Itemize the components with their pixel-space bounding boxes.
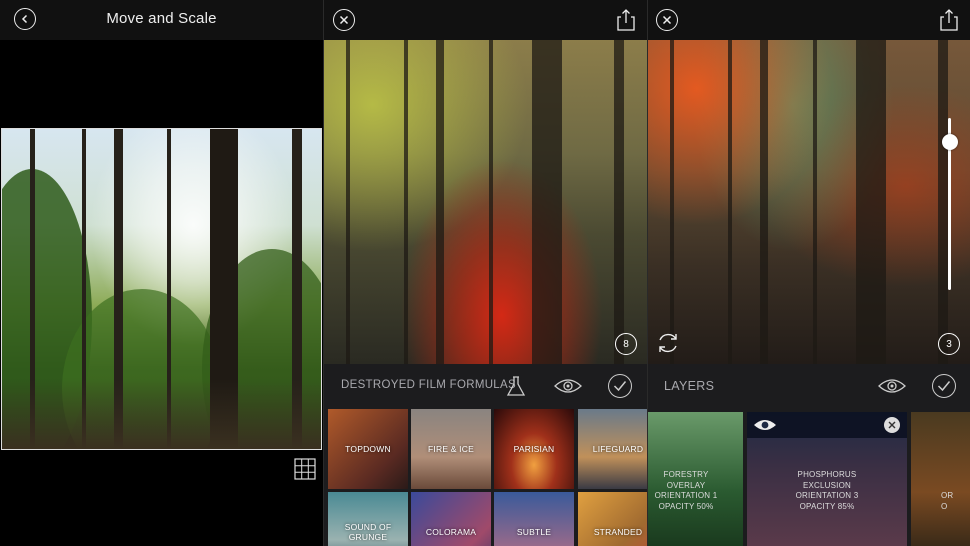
layers-title: LAYERS — [664, 379, 715, 393]
filter-thumb-label: FIRE & ICE — [428, 444, 474, 454]
filter-thumb-stranded[interactable]: STRANDED — [578, 492, 647, 546]
layers-toolbar: LAYERS — [648, 364, 970, 408]
filter-thumb-label: SOUND OF GRUNGE — [344, 522, 392, 542]
layer-count-badge: 3 — [938, 333, 960, 355]
filter-thumb-fire-ice[interactable]: FIRE & ICE — [411, 409, 491, 489]
panel2-top-bar — [324, 0, 647, 40]
filter-panel: 8 DESTROYED FILM FORMULAS TOPDOWN FIRE &… — [324, 0, 647, 546]
layers-panel: 3 LAYERS FORESTRY OVERLAY ORIENTATION 1 … — [648, 0, 970, 546]
layer-card-third[interactable]: OR O — [911, 412, 970, 546]
filter-thumb-lifeguard[interactable]: LIFEGUARD — [578, 409, 647, 489]
share-icon[interactable] — [616, 8, 636, 32]
close-icon[interactable] — [333, 9, 355, 31]
filter-thumb-label: COLORAMA — [425, 527, 477, 537]
filter-thumb-parisian[interactable]: PARISIAN — [494, 409, 574, 489]
filter-thumb-label: SUBTLE — [516, 527, 552, 537]
move-and-scale-panel: Move and Scale — [0, 0, 323, 546]
filter-thumb-topdown[interactable]: TOPDOWN — [328, 409, 408, 489]
layer-card-forestry[interactable]: FORESTRY OVERLAY ORIENTATION 1 OPACITY 5… — [648, 412, 743, 546]
filter-thumb-colorama[interactable]: COLORAMA — [411, 492, 491, 546]
filter-count-badge: 8 — [615, 333, 637, 355]
filter-thumb-label: STRANDED — [593, 527, 643, 537]
layer-card-text: PHOSPHORUS EXCLUSION ORIENTATION 3 OPACI… — [795, 470, 859, 511]
formula-title[interactable]: DESTROYED FILM FORMULAS — [341, 379, 516, 391]
panel1-top-bar: Move and Scale — [0, 0, 323, 40]
photo-crop-frame[interactable] — [1, 128, 322, 450]
flask-icon[interactable] — [504, 374, 528, 398]
checkmark-icon[interactable] — [932, 374, 956, 398]
layer-card-phosphorus[interactable]: PHOSPHORUS EXCLUSION ORIENTATION 3 OPACI… — [747, 412, 907, 546]
filter-thumb-label: TOPDOWN — [345, 444, 391, 454]
remove-layer-icon[interactable] — [884, 417, 900, 433]
filtered-photo-preview[interactable]: 8 — [324, 40, 647, 364]
filter-thumb-subtle[interactable]: SUBTLE — [494, 492, 574, 546]
opacity-slider-knob[interactable] — [942, 134, 958, 151]
eye-icon[interactable] — [877, 376, 907, 396]
eye-icon[interactable] — [553, 376, 583, 396]
filter-thumb-label: LIFEGUARD — [592, 444, 644, 454]
rotate-icon[interactable] — [655, 330, 681, 356]
share-icon[interactable] — [939, 8, 959, 32]
eye-icon[interactable] — [753, 416, 777, 434]
formula-toolbar: DESTROYED FILM FORMULAS — [324, 364, 647, 408]
layered-photo-preview[interactable]: 3 — [648, 40, 970, 364]
checkmark-icon[interactable] — [608, 374, 632, 398]
panel3-top-bar — [648, 0, 970, 40]
page-title: Move and Scale — [106, 10, 217, 27]
filter-thumb-sound-of-grunge[interactable]: SOUND OF GRUNGE — [328, 492, 408, 546]
grid-icon[interactable] — [294, 458, 316, 480]
close-icon[interactable] — [656, 9, 678, 31]
layer-card-text: FORESTRY OVERLAY ORIENTATION 1 OPACITY 5… — [654, 470, 718, 511]
filter-thumb-label: PARISIAN — [513, 444, 555, 454]
layer-card-text: OR O — [941, 491, 954, 511]
